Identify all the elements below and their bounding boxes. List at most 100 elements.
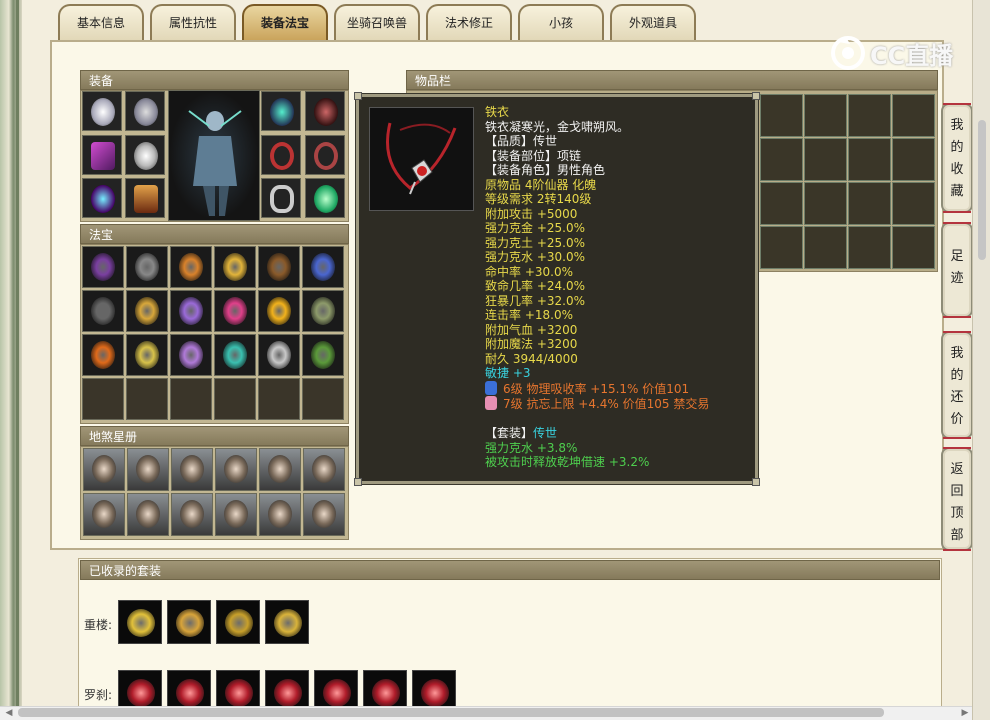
fabao-slot[interactable] [302, 246, 344, 288]
fabao-slot-empty[interactable] [258, 378, 300, 420]
inventory-slot[interactable] [804, 138, 847, 181]
inventory-slot[interactable] [848, 94, 891, 137]
disha-card[interactable] [171, 448, 213, 491]
tab-mounts-summons[interactable]: 坐骑召唤兽 [334, 4, 420, 40]
fabao-slot[interactable] [214, 290, 256, 332]
inventory-slot[interactable] [804, 226, 847, 269]
set-item[interactable] [118, 600, 162, 644]
tab-children[interactable]: 小孩 [518, 4, 604, 40]
equip-slot-orb[interactable] [305, 178, 345, 218]
button-trim [943, 437, 971, 439]
fabao-slot[interactable] [82, 290, 124, 332]
equip-slot-armor[interactable] [125, 135, 165, 175]
equip-slot-ring-2[interactable] [305, 135, 345, 175]
fabao-slot[interactable] [126, 334, 168, 376]
disha-portrait-icon [136, 455, 160, 483]
fabao-slot-empty[interactable] [302, 378, 344, 420]
inventory-slot[interactable] [848, 226, 891, 269]
my-favorites-button[interactable]: 我的收藏 [941, 103, 973, 213]
disha-card[interactable] [127, 448, 169, 491]
fabao-slot-empty[interactable] [82, 378, 124, 420]
fabao-slot[interactable] [258, 246, 300, 288]
fabao-slot[interactable] [170, 334, 212, 376]
back-to-top-button[interactable]: 返回顶部 [941, 447, 973, 551]
left-frame-border [0, 0, 22, 720]
inventory-slot[interactable] [760, 94, 803, 137]
tab-spell-correction[interactable]: 法术修正 [426, 4, 512, 40]
footprints-button[interactable]: 足迹 [941, 222, 973, 318]
disha-card[interactable] [83, 493, 125, 536]
fabao-slot[interactable] [126, 290, 168, 332]
set-item[interactable] [265, 600, 309, 644]
inventory-slot[interactable] [804, 182, 847, 225]
disha-portrait-icon [312, 455, 336, 483]
equip-slot-pendant[interactable] [305, 91, 345, 131]
inventory-slot[interactable] [848, 182, 891, 225]
fabao-slot[interactable] [170, 246, 212, 288]
inventory-slot[interactable] [892, 226, 935, 269]
tab-attributes[interactable]: 属性抗性 [150, 4, 236, 40]
equip-slot-boots[interactable] [125, 178, 165, 218]
inventory-slot[interactable] [892, 138, 935, 181]
vertical-scroll-thumb[interactable] [978, 120, 986, 260]
tab-equipment-fabao[interactable]: 装备法宝 [242, 4, 328, 40]
disha-header: 地煞星册 [80, 426, 349, 446]
fabao-slot[interactable] [258, 290, 300, 332]
set-name: 传世 [533, 426, 558, 440]
equip-slot-ring-1[interactable] [261, 135, 301, 175]
horizontal-scroll-thumb[interactable] [18, 708, 884, 717]
disha-card[interactable] [303, 493, 345, 536]
fabao-slot-empty[interactable] [170, 378, 212, 420]
disha-card[interactable] [215, 493, 257, 536]
tooltip-corner [752, 478, 760, 486]
equip-slot-staff[interactable] [82, 178, 122, 218]
set-item[interactable] [216, 600, 260, 644]
fabao-item-icon [91, 297, 115, 325]
inventory-slot[interactable] [804, 94, 847, 137]
item-description: 铁衣凝寒光，金戈啸朔风。 [485, 119, 630, 134]
fabao-slot[interactable] [82, 246, 124, 288]
inventory-slot[interactable] [892, 182, 935, 225]
fabao-slot[interactable] [82, 334, 124, 376]
fabao-slot[interactable] [302, 334, 344, 376]
fabao-slot[interactable] [302, 290, 344, 332]
scroll-right-arrow-icon[interactable]: ▶ [958, 706, 972, 720]
equipment-header: 装备 [80, 70, 349, 90]
disha-card[interactable] [259, 493, 301, 536]
equip-slot-necklace[interactable] [261, 91, 301, 131]
fabao-slot[interactable] [126, 246, 168, 288]
tab-appearance-items[interactable]: 外观道具 [610, 4, 696, 40]
fabao-slot[interactable] [258, 334, 300, 376]
disha-card[interactable] [215, 448, 257, 491]
disha-portrait-icon [312, 500, 336, 528]
inventory-slot[interactable] [892, 94, 935, 137]
inventory-slot[interactable] [760, 138, 803, 181]
gem-text: 6级 物理吸收率 +15.1% 价值101 [503, 381, 690, 396]
equip-slot-weapon[interactable] [82, 135, 122, 175]
fabao-slot[interactable] [170, 290, 212, 332]
equip-slot-helmet[interactable] [82, 91, 122, 131]
fabao-slot-empty[interactable] [214, 378, 256, 420]
item-stat: 附加攻击 +5000 [485, 206, 578, 221]
set-row-label-luosha: 罗刹: [84, 688, 113, 702]
disha-card[interactable] [83, 448, 125, 491]
tab-basic-info[interactable]: 基本信息 [58, 4, 144, 40]
equip-slot-hat[interactable] [125, 91, 165, 131]
inventory-slot[interactable] [760, 226, 803, 269]
my-counter-offers-button[interactable]: 我的还价 [941, 331, 973, 439]
disha-card[interactable] [127, 493, 169, 536]
set-item-icon [274, 679, 302, 707]
equip-slot-belt[interactable] [261, 178, 301, 218]
disha-card[interactable] [259, 448, 301, 491]
inventory-slot[interactable] [760, 182, 803, 225]
scroll-left-arrow-icon[interactable]: ◀ [2, 706, 16, 720]
disha-card[interactable] [303, 448, 345, 491]
disha-portrait-icon [180, 500, 204, 528]
fabao-slot[interactable] [214, 246, 256, 288]
fabao-slot-empty[interactable] [126, 378, 168, 420]
inventory-slot[interactable] [848, 138, 891, 181]
disha-card[interactable] [171, 493, 213, 536]
vertical-scrollbar[interactable] [972, 0, 990, 720]
set-item[interactable] [167, 600, 211, 644]
fabao-slot[interactable] [214, 334, 256, 376]
